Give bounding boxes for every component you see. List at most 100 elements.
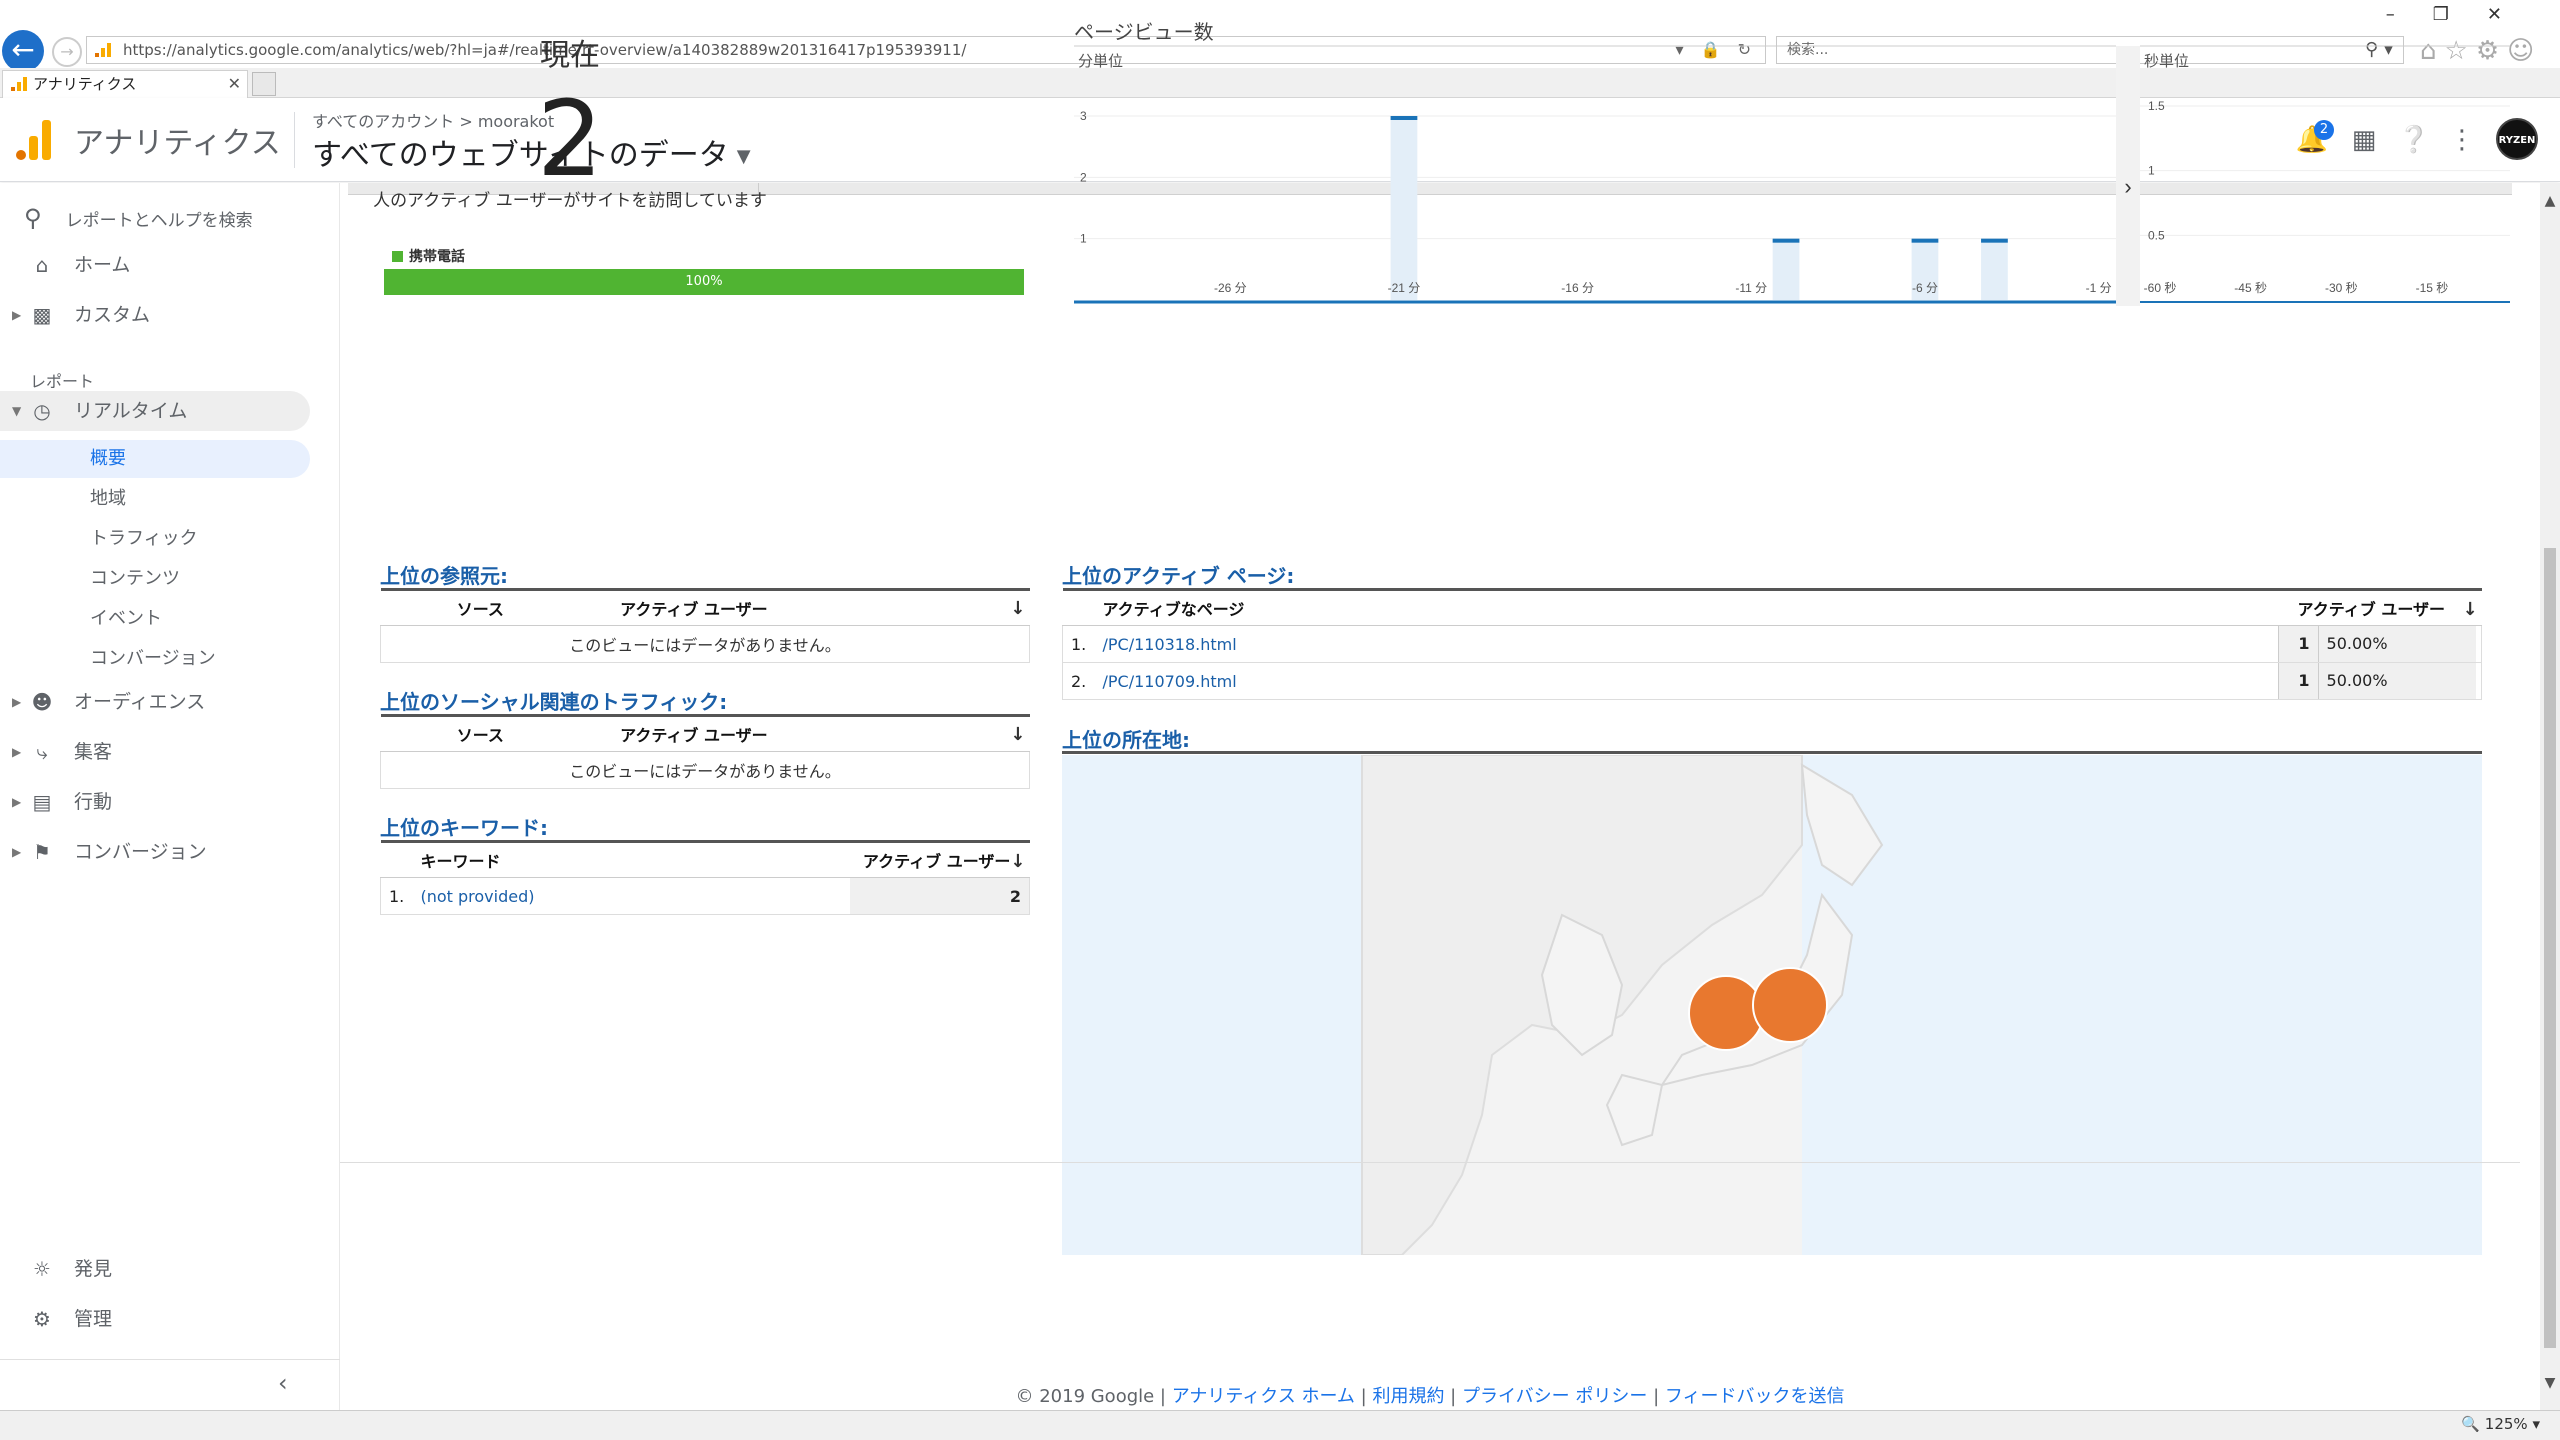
x-tick-label: -60 秒 — [2144, 281, 2177, 295]
row-rank: 1. — [1062, 625, 1103, 663]
y-tick-label: 3 — [1080, 109, 1087, 123]
back-button[interactable]: ← — [2, 30, 44, 72]
app-title: アナリティクス — [74, 126, 281, 161]
sidebar-item-conversions[interactable]: ▶ ⚑ コンバージョン — [0, 832, 340, 872]
referrals-table: ソース アクティブ ユーザー ↓ このビューにはデータがありません。 — [380, 588, 1030, 663]
minute-panel-label: 分単位 — [1078, 53, 1123, 70]
acquisition-icon: ⤷ — [36, 740, 48, 764]
sidebar-sub-overview[interactable]: 概要 — [0, 440, 310, 478]
col-active-users[interactable]: アクティブ ユーザー — [580, 715, 980, 752]
footer-link-terms[interactable]: 利用規約 — [1372, 1386, 1444, 1407]
sidebar-item-discover[interactable]: ☼ 発見 — [0, 1249, 340, 1289]
x-tick-label: -21 分 — [1388, 281, 1421, 295]
col-keyword[interactable]: キーワード — [420, 841, 850, 878]
y-tick-label: 1 — [1080, 232, 1087, 246]
keywords-title: 上位のキーワード: — [380, 816, 548, 840]
window-controls[interactable]: –❐✕ — [2386, 4, 2540, 25]
footer-link-privacy[interactable]: プライバシー ポリシー — [1462, 1386, 1647, 1407]
scroll-down-icon[interactable]: ▼ — [2540, 1375, 2560, 1391]
browser-tab-analytics[interactable]: アナリティクス ✕ — [2, 70, 248, 98]
sidebar-item-custom[interactable]: ▶ ▩ カスタム — [0, 295, 340, 335]
chart-bar — [1390, 116, 1418, 300]
locations-rule — [1062, 751, 2482, 754]
sort-arrow-icon[interactable]: ↓ — [2463, 599, 2478, 620]
scrollbar[interactable]: ▲ ▼ — [2540, 183, 2560, 1410]
expand-arrow-icon: ▶ — [12, 745, 22, 759]
sidebar-item-audience[interactable]: ▶ ☻ オーディエンス — [0, 682, 340, 722]
x-tick-label: -15 秒 — [2416, 281, 2449, 295]
sort-arrow-icon[interactable]: ↓ — [1010, 598, 1025, 619]
analytics-logo-icon[interactable] — [16, 120, 52, 160]
zoom-icon: 🔍 — [2461, 1415, 2481, 1433]
footer-link-feedback[interactable]: フィードバックを送信 — [1665, 1386, 1845, 1407]
col-source[interactable]: ソース — [380, 589, 581, 626]
search-icon: ⚲ — [24, 204, 42, 232]
col-active-users[interactable]: アクティブ ユーザー — [580, 589, 980, 626]
pageview-chart: 分単位 1 2 3 -26 分 -21 分 -16 分 -11 分 -6 分 -1 分 › 秒単位 0.… — [1074, 45, 2510, 306]
col-active-users[interactable]: アクティブ ユーザー — [2298, 600, 2446, 619]
sidebar-sub-conversions[interactable]: コンバージョン — [0, 640, 310, 678]
sidebar-item-realtime[interactable]: ▼ ◷ リアルタイム — [0, 391, 310, 431]
page-link[interactable]: /PC/110318.html — [1102, 635, 1236, 654]
x-tick-label: -16 分 — [1561, 281, 1594, 295]
zoom-level[interactable]: 🔍 125% ▾ — [2461, 1415, 2540, 1433]
active-pages-table: アクティブなページ アクティブ ユーザー ↓ 1. /PC/110318.htm… — [1062, 588, 2482, 700]
person-icon: ☻ — [31, 690, 53, 714]
social-table: ソース アクティブ ユーザー ↓ このビューにはデータがありません。 — [380, 714, 1030, 789]
keywords-table: キーワード アクティブ ユーザー↓ 1. (not provided) 2 — [380, 840, 1030, 915]
forward-button[interactable]: → — [52, 37, 82, 67]
second-panel-label: 秒単位 — [2144, 53, 2189, 70]
chart-bar-top — [1772, 238, 1800, 243]
reports-heading: レポート — [30, 372, 95, 391]
expand-arrow-icon: ▶ — [12, 308, 22, 322]
expand-arrow-icon: ▶ — [12, 695, 22, 709]
table-row: 1. /PC/110318.html 1 50.00% — [1062, 625, 2482, 663]
page-link[interactable]: /PC/110709.html — [1102, 672, 1236, 691]
col-active-users[interactable]: アクティブ ユーザー — [863, 852, 1011, 871]
sort-arrow-icon[interactable]: ↓ — [1010, 724, 1025, 745]
gear-icon: ⚙ — [33, 1307, 51, 1331]
new-tab-button[interactable] — [252, 72, 276, 96]
japan-map — [1062, 755, 2482, 1255]
sort-arrow-icon[interactable]: ↓ — [1010, 851, 1025, 872]
keyword-link[interactable]: (not provided) — [420, 887, 534, 906]
social-title: 上位のソーシャル関連のトラフィック: — [380, 690, 728, 714]
analytics-favicon-icon — [11, 77, 27, 91]
col-source[interactable]: ソース — [380, 715, 581, 752]
expand-arrow-icon: ▶ — [12, 845, 22, 859]
row-users: 1 — [2277, 626, 2318, 662]
header-divider — [294, 112, 295, 168]
sidebar-item-acquisition[interactable]: ▶ ⤷ 集客 — [0, 732, 340, 772]
location-map[interactable] — [1062, 755, 2482, 1255]
y-tick-label: 2 — [1080, 170, 1087, 184]
sidebar-sub-locations[interactable]: 地域 — [0, 480, 310, 518]
table-row: 2. /PC/110709.html 1 50.00% — [1062, 662, 2482, 700]
collapse-sidebar-icon[interactable]: ‹ — [278, 1369, 288, 1397]
scroll-up-icon[interactable]: ▲ — [2540, 193, 2560, 209]
x-tick-label: -26 分 — [1214, 281, 1247, 295]
dashboard-icon: ▩ — [32, 303, 52, 327]
device-share-bar[interactable]: 100% — [384, 269, 1024, 295]
table-row: 1. (not provided) 2 — [380, 877, 1030, 915]
scroll-thumb[interactable] — [2544, 548, 2556, 1348]
behavior-window-icon: ▤ — [32, 790, 52, 814]
empty-message: このビューにはデータがありません。 — [380, 625, 1030, 663]
location-marker[interactable] — [1688, 975, 1764, 1051]
sidebar-sub-traffic[interactable]: トラフィック — [0, 520, 310, 558]
sidebar-item-admin[interactable]: ⚙ 管理 — [0, 1299, 340, 1339]
footer-link-home[interactable]: アナリティクス ホーム — [1172, 1386, 1355, 1407]
close-tab-icon[interactable]: ✕ — [228, 71, 241, 97]
footer: © 2019 Google | アナリティクス ホーム | 利用規約 | プライ… — [1015, 1386, 1845, 1407]
location-marker[interactable] — [1752, 967, 1828, 1043]
y-tick-label: 1.5 — [2148, 99, 2165, 113]
chart-bar-top — [1390, 116, 1418, 120]
report-search[interactable]: ⚲ レポートとヘルプを検索 — [24, 203, 253, 233]
row-users: 1 — [2277, 663, 2318, 699]
sidebar-sub-events[interactable]: イベント — [0, 600, 310, 638]
col-active-page[interactable]: アクティブなページ — [1102, 589, 2278, 626]
device-legend: 携帯電話 — [392, 246, 465, 266]
sidebar-sub-content[interactable]: コンテンツ — [0, 560, 310, 598]
empty-message: このビューにはデータがありません。 — [380, 751, 1030, 789]
sidebar-item-home[interactable]: ⌂ ホーム — [0, 245, 340, 285]
sidebar-item-behavior[interactable]: ▶ ▤ 行動 — [0, 782, 340, 822]
